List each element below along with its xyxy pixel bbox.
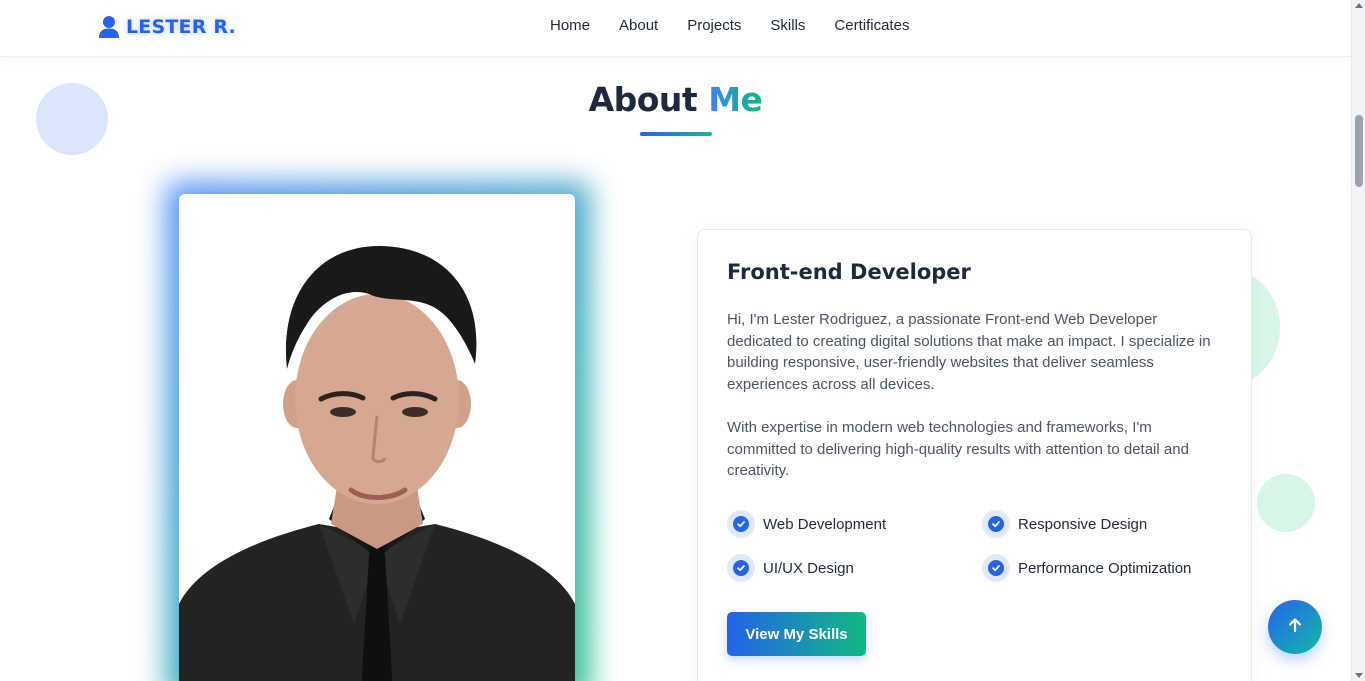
decorative-circle: [1257, 474, 1315, 532]
navbar: LESTER R. Home About Projects Skills Cer…: [0, 0, 1351, 57]
feature-item: Web Development: [727, 510, 886, 538]
section-title: About Me: [0, 80, 1351, 119]
scroll-down-arrow-icon[interactable]: [1355, 673, 1363, 678]
about-card: Front-end Developer Hi, I'm Lester Rodri…: [697, 229, 1252, 681]
portrait-illustration: [179, 194, 575, 681]
nav-link-certificates[interactable]: Certificates: [834, 16, 909, 36]
section-title-main: About: [588, 80, 698, 119]
card-title: Front-end Developer: [727, 260, 971, 284]
main-nav: Home About Projects Skills Certificates: [550, 16, 938, 36]
title-underline: [640, 132, 712, 136]
feature-label: Web Development: [763, 515, 887, 533]
nav-link-projects[interactable]: Projects: [687, 16, 741, 36]
feature-item: Responsive Design: [982, 510, 1147, 538]
back-to-top-button[interactable]: [1268, 600, 1322, 654]
expertise-paragraph: With expertise in modern web technologie…: [727, 419, 1189, 480]
feature-label: Responsive Design: [1018, 515, 1148, 533]
nav-link-about[interactable]: About: [619, 16, 658, 36]
page-scrollbar[interactable]: [1351, 0, 1365, 681]
view-skills-button[interactable]: View My Skills: [727, 612, 866, 656]
intro-paragraph: Hi, I'm Lester Rodriguez, a passionate F…: [727, 311, 1211, 393]
arrow-up-icon: [1287, 617, 1303, 637]
scrollbar-thumb[interactable]: [1355, 115, 1363, 187]
feature-label: UI/UX Design: [763, 559, 854, 577]
check-circle-icon: [982, 554, 1010, 582]
feature-label: Performance Optimization: [1018, 559, 1192, 577]
nav-link-home[interactable]: Home: [550, 16, 590, 36]
feature-item: Performance Optimization: [982, 554, 1191, 582]
scroll-up-arrow-icon[interactable]: [1355, 3, 1363, 8]
feature-item: UI/UX Design: [727, 554, 854, 582]
profile-photo: [179, 194, 575, 681]
user-icon: [98, 15, 120, 39]
check-circle-icon: [982, 510, 1010, 538]
nav-link-skills[interactable]: Skills: [770, 16, 805, 36]
check-circle-icon: [727, 510, 755, 538]
page: LESTER R. Home About Projects Skills Cer…: [0, 0, 1365, 681]
brand-name: LESTER R.: [126, 16, 236, 38]
check-circle-icon: [727, 554, 755, 582]
section-title-accent: Me: [708, 80, 763, 119]
brand-logo[interactable]: LESTER R.: [98, 12, 236, 42]
